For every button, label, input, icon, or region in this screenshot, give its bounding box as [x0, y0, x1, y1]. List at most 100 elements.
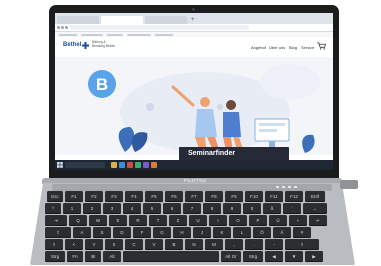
key[interactable]: Esc [47, 191, 63, 202]
space-key[interactable] [123, 251, 219, 262]
nav-item-angebot[interactable]: Angebot [251, 45, 266, 50]
key[interactable]: F2 [85, 191, 103, 202]
key[interactable]: U [189, 215, 207, 226]
key[interactable]: 1 [63, 203, 81, 214]
seminarfinder-button[interactable]: Seminarfinder [179, 147, 289, 161]
fn-key[interactable]: Fn [67, 251, 83, 262]
ctrl-key[interactable]: Strg [243, 251, 263, 262]
key[interactable]: M [205, 239, 223, 250]
key[interactable]: F4 [125, 191, 143, 202]
bookmark-item[interactable] [107, 33, 123, 36]
site-logo-text[interactable]: Bethel [63, 42, 81, 48]
key[interactable]: X [105, 239, 123, 250]
key[interactable]: 7 [183, 203, 201, 214]
key[interactable]: K [213, 227, 231, 238]
ctrl-key[interactable]: Strg [45, 251, 65, 262]
alt-gr-key[interactable]: Alt Gr [221, 251, 241, 262]
new-tab-button[interactable]: + [189, 16, 197, 24]
key[interactable]: # [293, 227, 311, 238]
file-explorer-icon[interactable] [111, 162, 117, 168]
key[interactable]: Ä [273, 227, 291, 238]
key[interactable]: G [153, 227, 171, 238]
arrow-left-key[interactable]: ◀ [265, 251, 283, 262]
key[interactable]: E [109, 215, 127, 226]
key[interactable]: V [145, 239, 163, 250]
key[interactable]: O [229, 215, 247, 226]
key[interactable]: W [89, 215, 107, 226]
key[interactable]: ´ [283, 203, 301, 214]
key[interactable]: ß [263, 203, 281, 214]
bookmark-item[interactable] [81, 33, 103, 36]
key[interactable]: L [233, 227, 251, 238]
key[interactable]: 5 [143, 203, 161, 214]
key[interactable]: T [149, 215, 167, 226]
taskbar-search-box[interactable] [65, 162, 105, 168]
key[interactable]: P [249, 215, 267, 226]
key[interactable]: 2 [83, 203, 101, 214]
power-button[interactable] [340, 180, 358, 189]
arrow-right-key[interactable]: ▶ [305, 251, 323, 262]
key[interactable]: A [73, 227, 91, 238]
key[interactable]: F10 [245, 191, 263, 202]
key[interactable]: 3 [103, 203, 121, 214]
key[interactable]: F8 [205, 191, 223, 202]
shift-key[interactable]: ⇧ [285, 239, 319, 250]
shift-key[interactable]: ⇧ [45, 239, 63, 250]
nav-item-ueber-uns[interactable]: Über uns [269, 45, 285, 50]
back-icon[interactable] [57, 26, 60, 29]
key[interactable]: S [93, 227, 111, 238]
key[interactable]: F6 [165, 191, 183, 202]
key[interactable]: Q [69, 215, 87, 226]
alt-key[interactable]: Alt [103, 251, 121, 262]
key[interactable]: 9 [223, 203, 241, 214]
key[interactable]: F1 [65, 191, 83, 202]
browser-tab-active[interactable] [101, 16, 143, 24]
bookmark-item[interactable] [127, 33, 151, 36]
key[interactable]: F3 [105, 191, 123, 202]
app-icon[interactable] [135, 162, 141, 168]
key[interactable]: , [225, 239, 243, 250]
key[interactable]: F11 [265, 191, 283, 202]
key[interactable]: F5 [145, 191, 163, 202]
key[interactable]: 0 [243, 203, 261, 214]
key[interactable]: B [165, 239, 183, 250]
nav-item-service[interactable]: Service [301, 45, 314, 50]
caps-lock-key[interactable]: ⇪ [45, 227, 71, 238]
key[interactable]: Ü [269, 215, 287, 226]
backspace-key[interactable]: ← [303, 203, 327, 214]
key[interactable]: C [125, 239, 143, 250]
bookmark-item[interactable] [155, 33, 173, 36]
key[interactable]: 4 [123, 203, 141, 214]
browser-tab[interactable] [145, 16, 187, 24]
key[interactable]: Ö [253, 227, 271, 238]
nav-item-blog[interactable]: Blog [289, 45, 297, 50]
key[interactable]: F [133, 227, 151, 238]
key[interactable]: R [129, 215, 147, 226]
key[interactable]: . [245, 239, 263, 250]
key[interactable]: Z [169, 215, 187, 226]
key[interactable]: - [265, 239, 283, 250]
windows-start-icon[interactable] [57, 162, 63, 168]
arrow-down-key[interactable]: ▼ [285, 251, 303, 262]
key[interactable]: 6 [163, 203, 181, 214]
key[interactable]: F7 [185, 191, 203, 202]
forward-icon[interactable] [61, 26, 64, 29]
key[interactable]: F9 [225, 191, 243, 202]
app-icon[interactable] [143, 162, 149, 168]
browser-tab[interactable] [57, 16, 99, 24]
shopping-cart-icon[interactable] [317, 42, 326, 50]
key[interactable]: Y [85, 239, 103, 250]
key[interactable]: D [113, 227, 131, 238]
app-icon[interactable] [151, 162, 157, 168]
bookmark-item[interactable] [59, 33, 77, 36]
key[interactable]: J [193, 227, 211, 238]
key[interactable]: H [173, 227, 191, 238]
browser-icon[interactable] [119, 162, 125, 168]
key[interactable]: 8 [203, 203, 221, 214]
key[interactable]: N [185, 239, 203, 250]
app-icon[interactable] [127, 162, 133, 168]
reload-icon[interactable] [65, 26, 68, 29]
url-field[interactable] [69, 25, 249, 30]
key[interactable]: ^ [45, 203, 61, 214]
key[interactable]: < [65, 239, 83, 250]
